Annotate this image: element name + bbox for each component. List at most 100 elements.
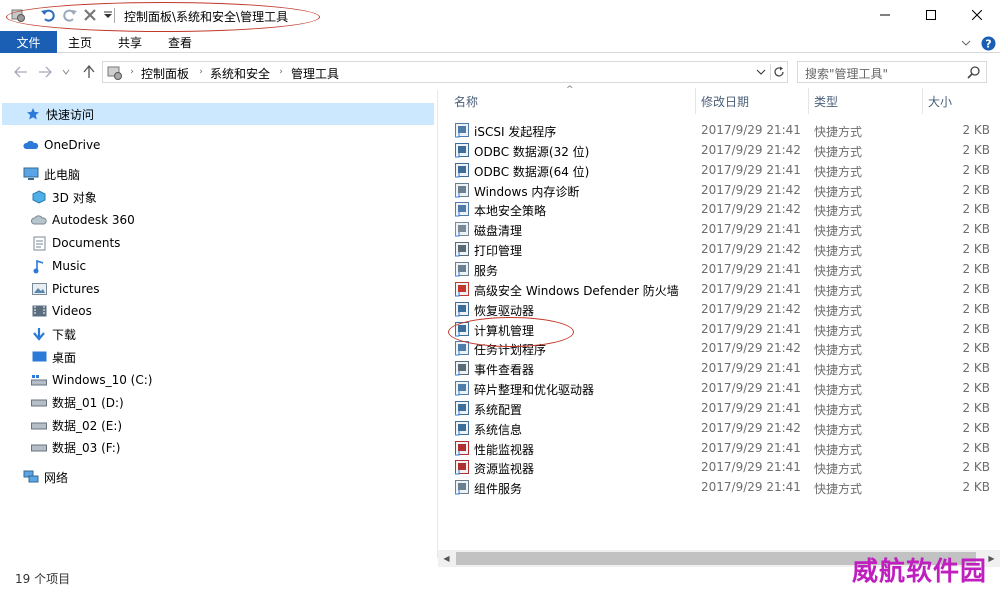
- nav-item-label: 数据_01 (D:): [52, 395, 124, 410]
- column-divider[interactable]: [808, 88, 809, 114]
- nav-item-desktop[interactable]: 桌面: [31, 347, 76, 367]
- column-header-type[interactable]: 类型: [814, 88, 838, 114]
- tab-file[interactable]: 文件: [0, 31, 57, 53]
- nav-item-drive-d[interactable]: 数据_01 (D:): [31, 392, 124, 412]
- file-row[interactable]: iSCSI 发起程序 2017/9/29 21:41 快捷方式 2 KB: [438, 120, 1000, 140]
- file-type: 快捷方式: [814, 283, 863, 298]
- file-size: 2 KB: [962, 242, 990, 257]
- search-placeholder: 搜索"管理工具": [805, 67, 889, 81]
- file-row[interactable]: 碎片整理和优化驱动器 2017/9/29 21:41 快捷方式 2 KB: [438, 378, 1000, 398]
- nav-item-music[interactable]: Music: [31, 256, 86, 276]
- file-size: 2 KB: [962, 361, 990, 376]
- expand-ribbon-icon[interactable]: [958, 35, 974, 51]
- watermark: 威航软件园: [852, 557, 988, 587]
- back-icon[interactable]: [12, 63, 30, 81]
- tab-view[interactable]: 查看: [168, 31, 192, 53]
- up-icon[interactable]: [80, 63, 98, 81]
- breadcrumb-control-panel[interactable]: 控制面板: [141, 65, 189, 82]
- file-row[interactable]: 系统信息 2017/9/29 21:42 快捷方式 2 KB: [438, 418, 1000, 438]
- nav-item-label: 3D 对象: [52, 190, 97, 205]
- column-header-date[interactable]: 修改日期: [701, 88, 749, 114]
- minimize-button[interactable]: [862, 0, 908, 30]
- shortcut-icon: [454, 400, 470, 416]
- file-size: 2 KB: [962, 281, 990, 296]
- file-size: 2 KB: [962, 420, 990, 435]
- nav-this-pc[interactable]: 此电脑: [23, 164, 80, 184]
- nav-item-autodesk[interactable]: Autodesk 360: [31, 210, 135, 230]
- nav-item-label: 下载: [52, 327, 77, 342]
- desktop-icon: [31, 349, 47, 365]
- status-bar: 19 个项目: [0, 567, 1000, 589]
- nav-item-downloads[interactable]: 下载: [31, 324, 76, 344]
- shortcut-icon: [454, 281, 470, 297]
- sort-ascending-icon: ^: [566, 85, 574, 95]
- file-row[interactable]: ODBC 数据源(32 位) 2017/9/29 21:42 快捷方式 2 KB: [438, 140, 1000, 160]
- close-button[interactable]: [954, 0, 1000, 30]
- file-date: 2017/9/29 21:42: [701, 182, 801, 197]
- nav-onedrive[interactable]: OneDrive: [23, 135, 100, 155]
- forward-icon[interactable]: [36, 63, 54, 81]
- file-name: 组件服务: [474, 482, 523, 497]
- address-bar[interactable]: › 控制面板 › 系统和安全 › 管理工具: [102, 61, 788, 83]
- tab-share[interactable]: 共享: [118, 31, 142, 53]
- chevron-right-icon[interactable]: ›: [128, 66, 136, 78]
- nav-quick-access[interactable]: 快速访问: [25, 104, 94, 124]
- column-divider[interactable]: [695, 88, 696, 114]
- file-row[interactable]: 高级安全 Windows Defender 防火墙 2017/9/29 21:41…: [438, 279, 1000, 299]
- column-header-name[interactable]: 名称: [454, 88, 478, 114]
- file-row[interactable]: 本地安全策略 2017/9/29 21:42 快捷方式 2 KB: [438, 199, 1000, 219]
- nav-network[interactable]: 网络: [23, 467, 68, 487]
- file-row[interactable]: 性能监视器 2017/9/29 21:41 快捷方式 2 KB: [438, 438, 1000, 458]
- recent-locations-icon[interactable]: [60, 63, 72, 81]
- nav-item-label: 数据_02 (E:): [52, 418, 123, 433]
- nav-item-drive-c[interactable]: Windows_10 (C:): [31, 370, 152, 390]
- network-icon: [23, 469, 39, 485]
- file-type: 快捷方式: [814, 422, 863, 437]
- nav-item-documents[interactable]: Documents: [31, 233, 120, 253]
- nav-item-drive-f[interactable]: 数据_03 (F:): [31, 437, 120, 457]
- breadcrumb-admin-tools[interactable]: 管理工具: [291, 65, 339, 82]
- nav-item-pictures[interactable]: Pictures: [31, 279, 100, 299]
- file-type: 快捷方式: [814, 363, 863, 378]
- file-row[interactable]: 事件查看器 2017/9/29 21:41 快捷方式 2 KB: [438, 358, 1000, 378]
- refresh-icon[interactable]: [770, 64, 786, 80]
- shortcut-icon: [454, 182, 470, 198]
- file-row[interactable]: 恢复驱动器 2017/9/29 21:42 快捷方式 2 KB: [438, 299, 1000, 319]
- file-row[interactable]: 打印管理 2017/9/29 21:42 快捷方式 2 KB: [438, 239, 1000, 259]
- chevron-right-icon[interactable]: ›: [277, 66, 285, 78]
- file-row[interactable]: 系统配置 2017/9/29 21:41 快捷方式 2 KB: [438, 398, 1000, 418]
- drive-icon: [31, 394, 47, 410]
- annotation-ellipse: [6, 2, 320, 32]
- file-name: 本地安全策略: [474, 204, 547, 219]
- file-type: 快捷方式: [814, 442, 863, 457]
- file-row[interactable]: ODBC 数据源(64 位) 2017/9/29 21:41 快捷方式 2 KB: [438, 160, 1000, 180]
- column-divider[interactable]: [922, 88, 923, 114]
- file-size: 2 KB: [962, 182, 990, 197]
- file-date: 2017/9/29 21:41: [701, 381, 801, 396]
- nav-item-videos[interactable]: Videos: [31, 301, 92, 321]
- nav-item-label: Autodesk 360: [52, 213, 135, 227]
- address-dropdown-icon[interactable]: [754, 64, 768, 80]
- tab-home[interactable]: 主页: [68, 31, 92, 53]
- file-size: 2 KB: [962, 222, 990, 237]
- shortcut-icon: [454, 360, 470, 376]
- search-icon[interactable]: [967, 65, 981, 79]
- file-type: 快捷方式: [814, 263, 863, 278]
- file-size: 2 KB: [962, 123, 990, 137]
- maximize-button[interactable]: [908, 0, 954, 30]
- nav-item-drive-e[interactable]: 数据_02 (E:): [31, 415, 122, 435]
- file-row[interactable]: Windows 内存诊断 2017/9/29 21:42 快捷方式 2 KB: [438, 180, 1000, 200]
- file-name: iSCSI 发起程序: [474, 125, 557, 139]
- file-row[interactable]: 服务 2017/9/29 21:41 快捷方式 2 KB: [438, 259, 1000, 279]
- breadcrumb-system-security[interactable]: 系统和安全: [210, 65, 270, 82]
- file-row[interactable]: 磁盘清理 2017/9/29 21:41 快捷方式 2 KB: [438, 219, 1000, 239]
- chevron-right-icon[interactable]: ›: [197, 66, 205, 78]
- file-row[interactable]: 组件服务 2017/9/29 21:41 快捷方式 2 KB: [438, 477, 1000, 497]
- help-icon[interactable]: ?: [980, 35, 996, 51]
- nav-item-3d-objects[interactable]: 3D 对象: [31, 187, 97, 207]
- scroll-left-icon[interactable]: ◀: [438, 550, 455, 567]
- search-input[interactable]: 搜索"管理工具": [797, 61, 987, 83]
- column-header-size[interactable]: 大小: [928, 88, 952, 114]
- file-row[interactable]: 资源监视器 2017/9/29 21:41 快捷方式 2 KB: [438, 457, 1000, 477]
- pictures-icon: [31, 281, 47, 297]
